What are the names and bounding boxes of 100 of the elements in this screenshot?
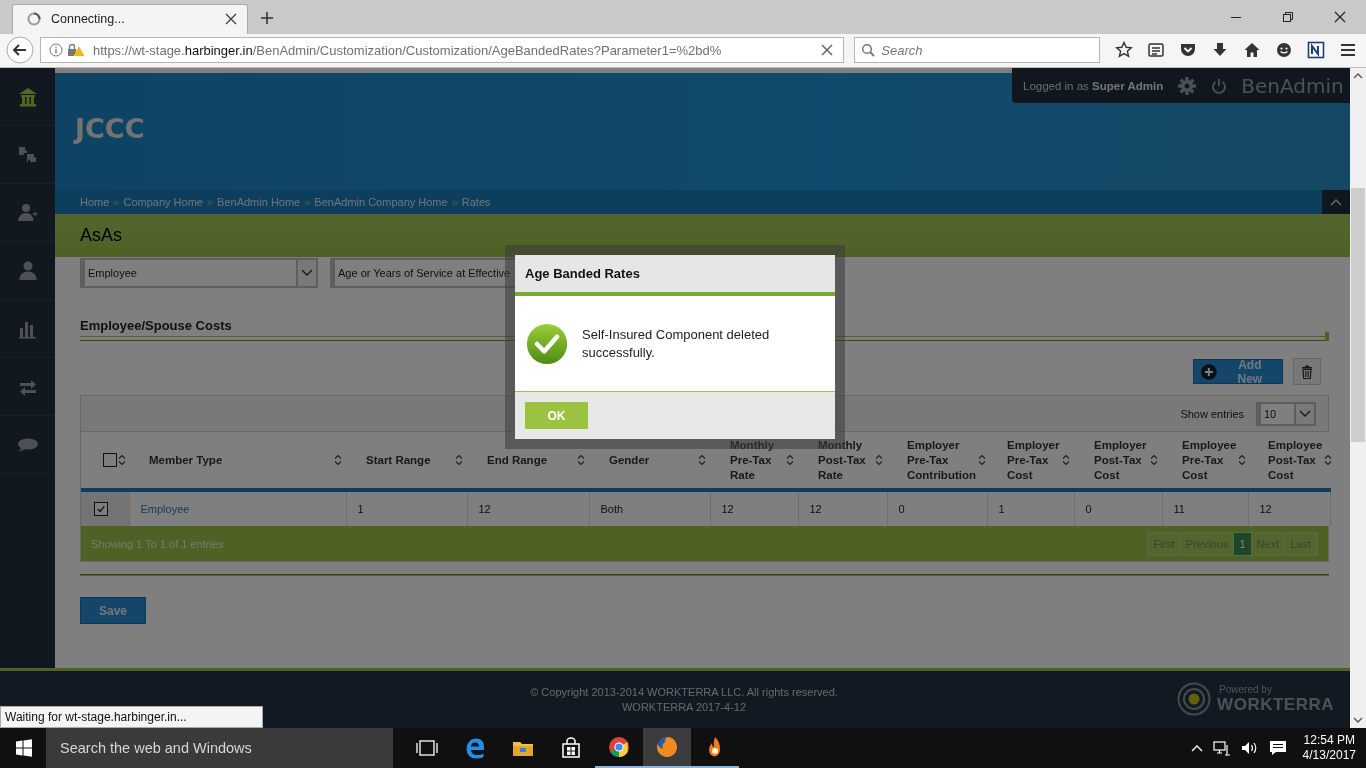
dropdown[interactable]: Employee (80, 258, 318, 288)
site-title: JCCC (75, 113, 145, 144)
chevron-down-icon (1299, 409, 1311, 418)
user-label: Logged in as Super Admin (1023, 79, 1164, 92)
member-type-link[interactable]: Employee (140, 503, 190, 515)
search-field[interactable]: Search (854, 37, 1101, 64)
smiley-icon[interactable] (1275, 41, 1294, 60)
page-button[interactable]: 1 (1234, 532, 1252, 555)
page-size-dropdown[interactable]: 10 (1256, 401, 1316, 426)
sort-icon[interactable] (334, 454, 342, 466)
chevron-up-icon[interactable] (1190, 744, 1203, 752)
table-cell: 12 (721, 503, 734, 515)
sort-icon[interactable] (1150, 454, 1158, 466)
clock-time[interactable]: 12:54 PM (1303, 733, 1355, 748)
app-name: BenAdmin (1241, 73, 1344, 98)
status-tooltip: Waiting for wt-stage.harbinger.in... (0, 706, 263, 728)
windows-start-icon[interactable] (15, 739, 33, 757)
breadcrumb-separator: » (206, 196, 214, 208)
scroll-up-icon[interactable] (1353, 73, 1363, 79)
table-cell: 1 (357, 503, 364, 515)
sort-icon[interactable] (977, 454, 986, 466)
save-button[interactable]: Save (80, 597, 146, 624)
lock-warning-icon (66, 43, 85, 58)
clock-date[interactable]: 4/13/2017 (1302, 748, 1356, 763)
close-icon[interactable] (225, 13, 237, 25)
copyright-text: © Copyright 2013-2014 WORKTERRA LLC. All rights reserved. (530, 684, 838, 700)
sort-icon[interactable] (1062, 454, 1070, 466)
browser-tab[interactable]: Connecting... (12, 3, 248, 34)
sort-icon[interactable] (786, 454, 794, 466)
table-cell: Both (600, 503, 624, 515)
back-icon[interactable] (6, 36, 34, 65)
reading-list-icon[interactable] (1147, 41, 1166, 60)
sort-icon[interactable] (875, 454, 883, 466)
breadcrumb-link[interactable]: Home (80, 196, 110, 208)
column-header[interactable]: Gender (609, 452, 650, 468)
scrollbar[interactable] (1350, 68, 1366, 728)
sort-icon[interactable] (577, 454, 585, 466)
breadcrumb-separator: » (113, 196, 120, 208)
table-cell: 11 (1173, 503, 1185, 515)
breadcrumb-separator: » (451, 196, 458, 208)
column-header[interactable]: Employer Post-Tax Cost (1094, 437, 1148, 483)
breadcrumb-link[interactable]: Rates (461, 196, 491, 208)
sort-icon[interactable] (118, 454, 126, 466)
caret-up-icon (1330, 198, 1342, 206)
restore-icon[interactable] (1282, 10, 1294, 23)
column-header[interactable]: Employer Pre-Tax Contribution (907, 437, 976, 483)
home-icon[interactable] (1243, 41, 1262, 60)
scroll-down-icon[interactable] (1353, 717, 1363, 723)
network-icon[interactable] (1212, 740, 1231, 756)
table-cell: 0 (1085, 503, 1092, 515)
column-header[interactable]: Start Range (366, 452, 431, 468)
dialog-message: Self-Insured Component deleted successfully. (582, 325, 771, 362)
column-header[interactable]: Employer Pre-Tax Cost (1007, 437, 1060, 483)
search-icon (861, 43, 876, 58)
firefox-icon (656, 736, 678, 758)
close-icon[interactable] (1334, 10, 1346, 23)
show-entries-label: Show entries (1180, 407, 1244, 420)
workterra-logo-icon (1177, 682, 1212, 716)
bookmark-star-icon[interactable] (1115, 41, 1134, 60)
taskbar-search-field[interactable]: Search the web and Windows (46, 728, 393, 768)
loading-icon (27, 12, 41, 26)
notifications-icon[interactable] (1268, 740, 1287, 756)
column-header[interactable]: End Range (487, 452, 548, 468)
sort-icon[interactable] (1324, 454, 1333, 466)
edge-e-icon (464, 737, 486, 759)
section-title: Employee/Spouse Costs (80, 318, 232, 333)
breadcrumb-link[interactable]: BenAdmin Home (217, 196, 301, 208)
address-field[interactable]: https://wt-stage.harbinger.in/BenAdmin/Customization/Customization/AgeBandedRates?Parameter1=%2bd% (39, 37, 845, 64)
table-cell: 0 (898, 503, 905, 515)
column-header[interactable]: Monthly Post-Tax Rate (818, 437, 873, 483)
table-cell: 12 (478, 503, 491, 515)
sort-icon[interactable] (1238, 454, 1247, 466)
version-text: WORKTERRA 2017-4-12 (621, 699, 747, 715)
breadcrumb-link[interactable]: BenAdmin Company Home (314, 196, 448, 208)
breadcrumb-separator: » (304, 196, 311, 208)
checkbox[interactable] (94, 502, 108, 517)
powered-by-label: Powered by (1218, 683, 1273, 695)
table-info: Showing 1 To 1 of 1 entries (91, 537, 224, 550)
sort-icon[interactable] (455, 454, 463, 466)
column-header[interactable]: Employee Pre-Tax Cost (1182, 437, 1237, 483)
info-icon (48, 43, 63, 58)
column-header[interactable]: Monthly Pre-Tax Rate (730, 437, 784, 483)
tab-title: Connecting... (51, 12, 126, 26)
delete-button[interactable] (1293, 358, 1321, 385)
breadcrumb-link[interactable]: Company Home (123, 196, 203, 208)
checkbox[interactable] (103, 453, 117, 467)
new-tab-icon[interactable] (260, 10, 274, 25)
column-header[interactable]: Employee Post-Tax Cost (1268, 437, 1323, 483)
brand-name: WORKTERRA (1217, 694, 1334, 715)
column-header[interactable]: Member Type (149, 452, 223, 468)
chrome-icon (608, 736, 630, 758)
table-cell: 12 (809, 503, 822, 515)
add-new-button[interactable]: Add New (1193, 359, 1283, 384)
sort-icon[interactable] (698, 454, 706, 466)
volume-icon[interactable] (1240, 740, 1259, 756)
user-star-icon[interactable] (16, 201, 39, 224)
task-view-icon (416, 737, 438, 759)
extension-n-icon[interactable] (1307, 41, 1326, 60)
trash-icon (1301, 364, 1313, 379)
clear-icon[interactable] (821, 44, 834, 57)
